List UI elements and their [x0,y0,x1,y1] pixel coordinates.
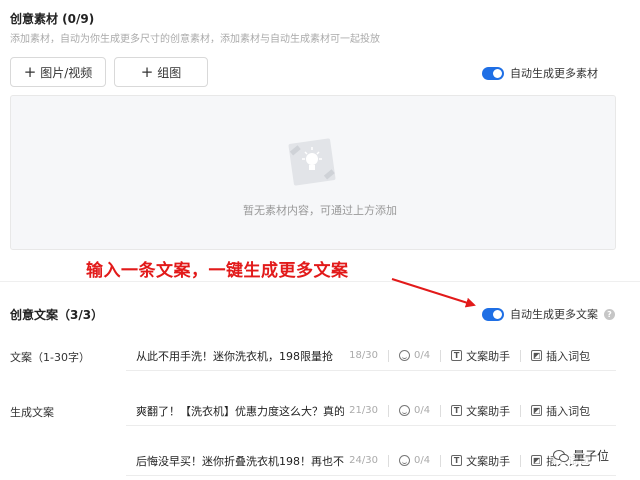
copy-assistant-button[interactable]: T 文案助手 [445,453,516,469]
copy-row: 从此不用手洗！迷你洗衣机，198限量抢 18/30 0/4 T 文案助手 ◩ 插… [126,341,616,371]
copy-text-input[interactable]: 爽翻了！【洗衣机】优惠力度这么大？真的 [126,403,344,419]
help-icon[interactable]: ? [604,308,615,320]
auto-copy-toggle[interactable] [482,307,504,321]
copy-field-label: 文案（1-30字） [10,351,90,364]
smiley-icon [399,405,410,416]
emoji-count: 0/4 [414,405,431,416]
wechat-icon [553,449,569,462]
auto-materials-toggle[interactable] [482,66,504,80]
emoji-button[interactable]: 0/4 [393,405,436,416]
emoji-button[interactable]: 0/4 [393,350,436,361]
copy-row: 爽翻了！【洗衣机】优惠力度这么大？真的 21/30 0/4 T 文案助手 ◩ 插… [126,396,616,426]
separator [440,454,442,467]
generated-copy-label: 生成文案 [10,406,54,419]
separator [520,454,522,467]
auto-copy-toggle-row: 自动生成更多文案 ? [482,306,615,322]
watermark: 量子位 [553,447,610,464]
text-icon: T [451,350,463,361]
separator [440,349,442,362]
materials-title: 创意素材 (0/9) [10,12,95,26]
copy-assistant-button[interactable]: T 文案助手 [445,403,516,419]
materials-empty-text: 暂无素材内容，可通过上方添加 [243,204,397,217]
copy-assistant-label: 文案助手 [466,454,511,468]
text-icon: T [451,455,463,466]
separator [440,404,442,417]
auto-copy-label: 自动生成更多文案 [510,308,598,321]
empty-lightbulb-icon [288,138,336,186]
insert-icon: ◩ [531,455,543,466]
smiley-icon [399,350,410,361]
watermark-text: 量子位 [573,449,610,463]
text-icon: T [451,405,463,416]
insert-icon: ◩ [531,405,543,416]
separator [388,349,389,362]
plus-icon: + [23,62,37,81]
insert-wordpack-label: 插入词包 [546,404,591,418]
smiley-icon [399,455,410,466]
materials-description: 添加素材，自动为你生成更多尺寸的创意素材，添加素材与自动生成素材可一起投放 [10,34,380,45]
copy-assistant-label: 文案助手 [466,404,511,418]
emoji-count: 0/4 [414,455,431,466]
add-group-button[interactable]: + 组图 [114,57,208,87]
insert-wordpack-button[interactable]: ◩ 插入词包 [525,348,596,364]
add-group-label: 组图 [157,65,182,80]
copy-row: 后悔没早买！迷你折叠洗衣机198！再也不 24/30 0/4 T 文案助手 ◩ … [126,446,616,476]
annotation-text: 输入一条文案，一键生成更多文案 [86,261,349,281]
plus-icon: + [140,62,154,81]
copy-title: 创意文案（3/3） [10,308,104,322]
insert-icon: ◩ [531,350,543,361]
add-image-video-button[interactable]: + 图片/视频 [10,57,106,87]
add-image-video-label: 图片/视频 [40,65,93,80]
separator [520,349,522,362]
copy-text-input[interactable]: 后悔没早买！迷你折叠洗衣机198！再也不 [126,453,344,469]
insert-wordpack-label: 插入词包 [546,349,591,363]
separator [520,404,522,417]
char-count: 21/30 [349,405,378,416]
emoji-count: 0/4 [414,350,431,361]
copy-text-input[interactable]: 从此不用手洗！迷你洗衣机，198限量抢 [126,348,344,364]
copy-assistant-button[interactable]: T 文案助手 [445,348,516,364]
char-count: 18/30 [349,350,378,361]
separator [388,404,389,417]
emoji-button[interactable]: 0/4 [393,455,436,466]
auto-materials-label: 自动生成更多素材 [510,67,598,80]
copy-assistant-label: 文案助手 [466,349,511,363]
insert-wordpack-button[interactable]: ◩ 插入词包 [525,403,596,419]
section-divider [0,281,640,282]
char-count: 24/30 [349,455,378,466]
auto-materials-toggle-row: 自动生成更多素材 [482,65,598,81]
separator [388,454,389,467]
